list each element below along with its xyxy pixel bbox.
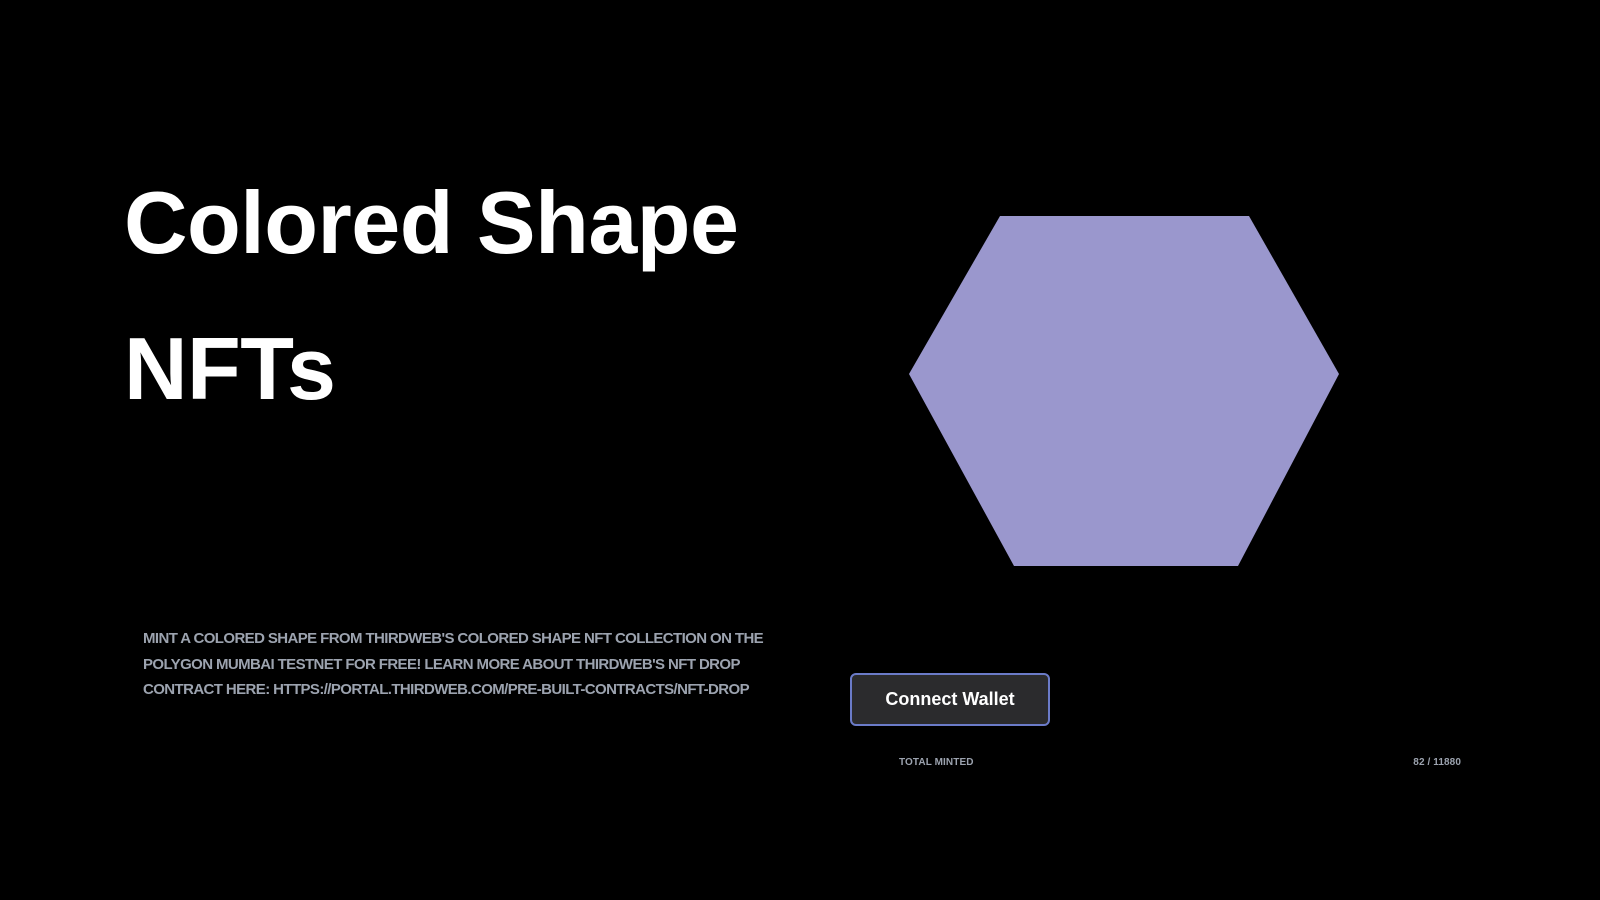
collection-description: MINT A COLORED SHAPE FROM THIRDWEB'S COL… [143, 630, 764, 698]
page-title: Colored Shape NFTs [124, 173, 739, 418]
total-minted-value: 82 / 11880 [1413, 756, 1461, 768]
hexagon-fill [909, 216, 1339, 566]
nft-preview-image [909, 216, 1339, 566]
mint-page: Colored Shape NFTs MINT A COLORED SHAPE … [0, 0, 1600, 900]
total-minted-label: TOTAL MINTED [899, 756, 974, 768]
hexagon-shape [909, 216, 1339, 566]
mint-stats: TOTAL MINTED 82 / 11880 [899, 755, 1461, 769]
connect-wallet-button[interactable]: Connect Wallet [850, 673, 1050, 726]
